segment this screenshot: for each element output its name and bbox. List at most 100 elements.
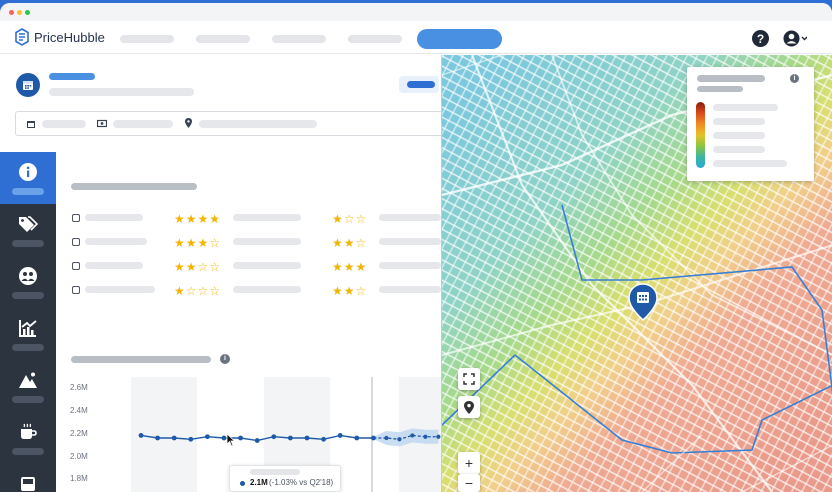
sidebar-item-amenities[interactable] [0, 412, 56, 464]
rating-value [379, 262, 441, 269]
section-title-price-trend [71, 356, 211, 363]
filter-address[interactable] [199, 120, 317, 128]
map-view[interactable]: i + − [441, 55, 832, 492]
data-point [205, 434, 210, 440]
rating-stars: ★★★☆ [174, 236, 222, 250]
property-pin[interactable] [627, 282, 659, 327]
legend-title [697, 75, 765, 82]
tooltip-change: (-1.03% vs Q2'18) [269, 478, 334, 487]
zoom-in-button[interactable]: + [458, 452, 480, 474]
brand-name: PriceHubble [34, 29, 105, 45]
legend-label [713, 104, 778, 111]
chart-tooltip: 2.1M (-1.03% vs Q2'18) [229, 465, 341, 492]
washbasin-icon [72, 214, 80, 222]
building-icon [72, 286, 80, 294]
rating-stars: ★☆☆☆ [174, 284, 222, 298]
sidebar-item-environment[interactable] [0, 360, 56, 412]
data-point [138, 433, 144, 438]
data-point [354, 435, 360, 441]
property-title [49, 73, 95, 80]
user-menu-button[interactable] [783, 30, 808, 52]
sidebar-item-label [12, 240, 44, 247]
legend-label [713, 132, 765, 139]
sidebar-item-market[interactable] [0, 308, 56, 360]
y-tick-label: 2.0M [70, 452, 88, 461]
main-content: ★★★★ ★☆☆ ★★★☆ ★★☆ ★★☆☆ ★★★ ★☆☆☆ ★★☆ i 2.6M 2.4M… [56, 152, 441, 492]
forecast-point [436, 434, 441, 439]
locate-button[interactable] [458, 396, 480, 418]
rating-value [233, 238, 301, 245]
y-tick-label: 2.4M [70, 406, 88, 415]
nav-item-3[interactable] [272, 35, 326, 43]
banknote-icon [97, 119, 107, 128]
rating-stars: ★★★ [332, 260, 368, 274]
mouse-cursor-icon [226, 433, 236, 447]
data-point [271, 434, 277, 440]
data-point [371, 435, 376, 441]
nav-item-4[interactable] [348, 35, 402, 43]
filter-price[interactable] [113, 120, 173, 128]
data-point [238, 435, 243, 441]
location-pin-icon [464, 400, 474, 414]
sidebar-item-info[interactable] [0, 152, 56, 204]
rating-stars: ★★☆ [332, 284, 368, 298]
sidebar-item-label [12, 188, 44, 195]
data-point [254, 438, 260, 443]
legend-color-scale [696, 102, 705, 168]
sidebar-item-pricing[interactable] [0, 204, 56, 256]
bathtub-icon [72, 238, 80, 246]
sidebar-item-transport[interactable] [0, 464, 56, 492]
nav-item-2[interactable] [196, 35, 250, 43]
sidebar-item-label [12, 448, 44, 455]
rating-value [379, 286, 441, 293]
sidebar-item-label [12, 344, 44, 351]
rating-label [85, 238, 147, 245]
forecast-point [384, 435, 389, 441]
info-icon [17, 161, 39, 183]
minimize-window-button[interactable] [17, 10, 22, 15]
maximize-window-button[interactable] [25, 10, 30, 15]
forecast-point [397, 437, 402, 442]
layers-icon [72, 262, 80, 270]
info-tooltip-icon[interactable]: i [220, 354, 230, 364]
fullscreen-button[interactable] [458, 368, 480, 390]
top-navigation: PriceHubble ? [0, 21, 832, 54]
sidebar-item-demographics[interactable] [0, 256, 56, 308]
data-point [304, 435, 310, 441]
rating-stars: ★★★★ [174, 212, 222, 226]
data-point [321, 436, 326, 442]
forecast-point [423, 434, 428, 439]
pricehubble-logo-icon [15, 28, 29, 46]
nav-item-active[interactable] [417, 29, 502, 49]
data-point [337, 433, 343, 438]
chart-trend-icon [17, 317, 39, 339]
rating-stars: ★☆☆ [332, 212, 368, 226]
calendar-icon [16, 73, 40, 97]
data-point [188, 436, 194, 442]
series-marker [240, 481, 245, 486]
legend-label [713, 146, 765, 153]
legend-info-icon[interactable]: i [790, 74, 799, 83]
tooltip-value: 2.1M [250, 478, 268, 487]
rating-value [379, 238, 441, 245]
rating-value [233, 214, 301, 221]
rating-label [85, 214, 143, 221]
help-icon[interactable]: ? [752, 30, 769, 47]
property-header [0, 55, 455, 152]
rating-value [233, 262, 301, 269]
nav-item-1[interactable] [120, 35, 174, 43]
brand-logo[interactable]: PriceHubble [14, 28, 105, 46]
zoom-out-button[interactable]: − [458, 474, 480, 492]
mountain-icon [17, 369, 39, 391]
legend-label [713, 118, 765, 125]
coffee-cup-icon [17, 421, 39, 443]
data-point [155, 435, 160, 441]
bus-icon [17, 473, 39, 492]
window-titlebar [0, 3, 832, 21]
sidebar [0, 152, 56, 492]
app-window: PriceHubble ? ★★★★ ★☆☆ ★★★☆ ★★☆ ★★☆☆ ★★★… [0, 3, 832, 492]
sidebar-item-label [12, 396, 44, 403]
y-tick-label: 2.2M [70, 429, 88, 438]
close-window-button[interactable] [9, 10, 14, 15]
filter-date[interactable] [42, 120, 86, 128]
